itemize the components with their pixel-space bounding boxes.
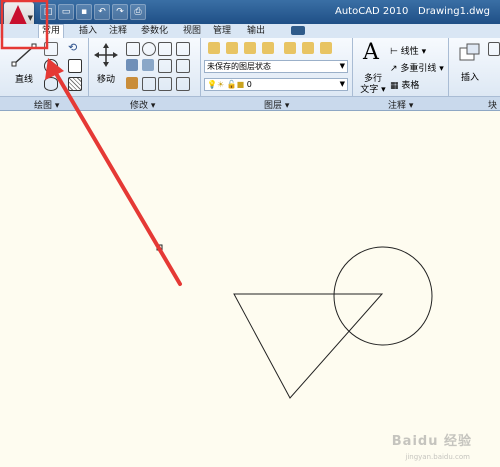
- annotation-panel-title[interactable]: 注释 ▾: [388, 98, 413, 111]
- cursor-pickbox: [156, 244, 163, 251]
- move-label: 移动: [96, 75, 115, 85]
- redo-icon[interactable]: ↷: [112, 4, 128, 20]
- create-block-icon[interactable]: [488, 42, 500, 56]
- mtext-label-2: 文字 ▾: [360, 85, 386, 95]
- explode-icon[interactable]: [176, 59, 190, 73]
- trim-icon[interactable]: [142, 42, 156, 56]
- layer-walk-icon[interactable]: [284, 42, 296, 54]
- ribbon: 直线 ⟲ 移动 未保存的图层状态 ▼ 💡☀ 🔓■ 0 ▼ A 多行 文字 ▾ ⊢…: [0, 38, 500, 96]
- undo-icon[interactable]: ↶: [94, 4, 110, 20]
- layer-state-value: 未保存的图层状态: [207, 62, 271, 71]
- polyline-icon[interactable]: [44, 42, 58, 56]
- mtext-button[interactable]: A 多行 文字 ▾: [358, 40, 388, 96]
- line-button[interactable]: 直线: [10, 42, 38, 85]
- mirror-icon[interactable]: [142, 59, 154, 71]
- table-icon: ▦: [390, 81, 399, 91]
- tab-home[interactable]: 常用: [38, 24, 65, 39]
- stretch-icon[interactable]: [126, 59, 138, 71]
- quick-access-toolbar: □ ▭ ▪ ↶ ↷ ⎙: [40, 4, 146, 20]
- watermark: Baidu 经验: [391, 434, 472, 449]
- watermark-url: jingyan.baidu.com: [405, 453, 470, 461]
- scale-icon[interactable]: [126, 77, 138, 89]
- circle-icon[interactable]: [44, 59, 58, 73]
- layer-isolate-icon[interactable]: [244, 42, 256, 54]
- line-icon: [11, 43, 37, 67]
- tab-annotate[interactable]: 注释: [106, 25, 130, 38]
- linear-dimension-label: 线性 ▾: [400, 47, 427, 57]
- open-icon[interactable]: ▭: [58, 4, 74, 20]
- erase-icon[interactable]: [158, 42, 172, 56]
- draw-panel-title[interactable]: 绘图 ▾: [34, 98, 59, 111]
- linear-dimension-button[interactable]: ⊢ 线性 ▾: [390, 44, 426, 57]
- ellipse-icon[interactable]: [44, 77, 58, 91]
- line-label: 直线: [14, 75, 33, 85]
- tab-view[interactable]: 视图: [180, 25, 204, 38]
- new-icon[interactable]: □: [40, 4, 56, 20]
- layer-state-dropdown[interactable]: 未保存的图层状态 ▼: [204, 60, 348, 73]
- triangle-shape[interactable]: [233, 293, 384, 399]
- multileader-label: 多重引线 ▾: [400, 64, 444, 74]
- drawing-geometry: [156, 244, 433, 399]
- offset-icon[interactable]: [158, 77, 172, 91]
- tab-insert[interactable]: 插入: [76, 25, 100, 38]
- insert-block-icon: [459, 43, 480, 61]
- tab-parametric[interactable]: 参数化: [138, 25, 171, 38]
- tab-output[interactable]: 输出: [244, 25, 268, 38]
- document-title: Drawing1.dwg: [418, 6, 490, 17]
- layer-value: 0: [246, 80, 252, 89]
- modify-panel-title[interactable]: 修改 ▾: [130, 98, 155, 111]
- ribbon-panel-titles: 绘图 ▾ 修改 ▾ 图层 ▾ 注释 ▾ 块: [0, 96, 500, 111]
- insert-block-button[interactable]: 插入: [456, 42, 484, 84]
- array-icon[interactable]: [142, 77, 156, 91]
- chevron-down-icon: ▼: [339, 62, 345, 70]
- chevron-down-icon: ▼: [339, 80, 345, 88]
- move-button[interactable]: 移动: [92, 42, 120, 85]
- fillet-icon[interactable]: [158, 59, 172, 73]
- save-icon[interactable]: ▪: [76, 4, 92, 20]
- minimize-ribbon-button[interactable]: [291, 26, 305, 35]
- linear-dimension-icon: ⊢: [390, 47, 398, 57]
- block-panel-title[interactable]: 块: [488, 98, 497, 111]
- layer-dropdown[interactable]: 💡☀ 🔓■ 0 ▼: [204, 78, 348, 91]
- layer-match-icon[interactable]: [262, 42, 274, 54]
- layer-toggle-icons: 💡☀ 🔓■: [207, 80, 247, 89]
- multileader-button[interactable]: ↗ 多重引线 ▾: [390, 61, 444, 74]
- tab-manage[interactable]: 管理: [210, 25, 234, 38]
- title-bar: ▼ □ ▭ ▪ ↶ ↷ ⎙ AutoCAD 2010 Drawing1.dwg: [0, 0, 500, 32]
- table-label: 表格: [401, 81, 420, 91]
- layer-merge-icon[interactable]: [302, 42, 314, 54]
- plot-icon[interactable]: ⎙: [130, 4, 146, 20]
- extend-icon[interactable]: [176, 77, 190, 91]
- move-icon: [94, 43, 118, 67]
- layer-properties-icon[interactable]: [208, 42, 220, 54]
- arc-icon[interactable]: ⟲: [68, 42, 80, 54]
- table-button[interactable]: ▦ 表格: [390, 78, 419, 91]
- hatch-icon[interactable]: [68, 77, 82, 91]
- drawing-area[interactable]: Baidu 经验 jingyan.baidu.com: [0, 111, 500, 467]
- layers-panel-title[interactable]: 图层 ▾: [264, 98, 289, 111]
- rectangle-icon[interactable]: [68, 59, 82, 73]
- app-title: AutoCAD 2010: [335, 6, 409, 17]
- copy-icon[interactable]: [176, 42, 190, 56]
- multileader-icon: ↗: [390, 64, 398, 74]
- chevron-down-icon: ▼: [27, 14, 33, 22]
- mtext-icon: A: [363, 40, 379, 65]
- layer-state-icon[interactable]: [226, 42, 238, 54]
- rotate-icon[interactable]: [126, 42, 140, 56]
- insert-block-label: 插入: [460, 73, 479, 83]
- layer-delete-icon[interactable]: [320, 42, 332, 54]
- ribbon-tabs: 常用 插入 注释 参数化 视图 管理 输出: [0, 24, 500, 39]
- circle-shape[interactable]: [333, 246, 433, 346]
